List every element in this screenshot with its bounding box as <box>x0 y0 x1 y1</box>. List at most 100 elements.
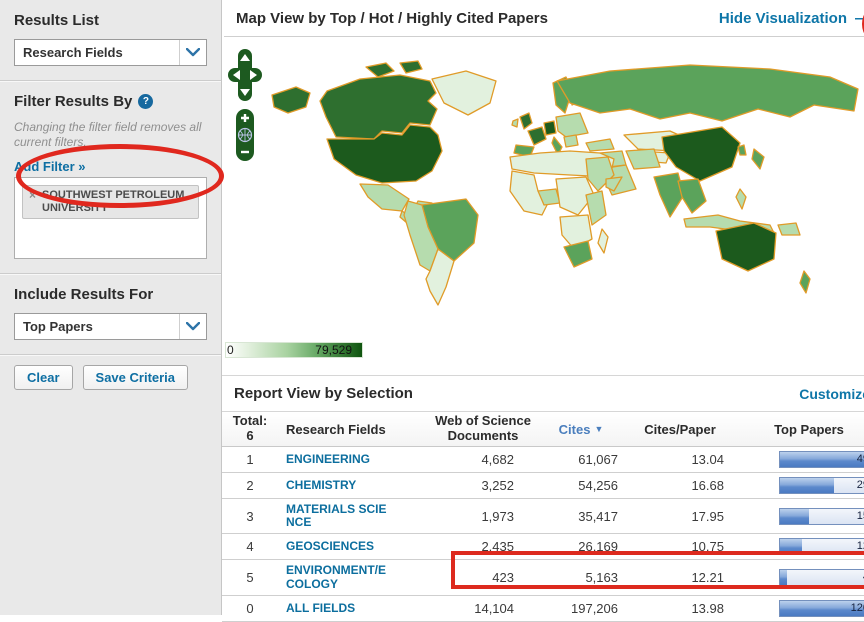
filter-tag-label: SOUTHWEST PETROLEUM UNIVERSITY <box>42 189 185 215</box>
legend-max-value: 79,529 <box>315 343 352 357</box>
research-field-link[interactable]: MATERIALS SCIENCE <box>286 502 390 529</box>
top-papers-value: 120 <box>850 601 864 614</box>
include-results-selected-value: Top Papers <box>23 319 93 334</box>
table-row: 2 CHEMISTRY 3,252 54,256 16.68 29 <box>222 473 864 499</box>
top-papers-bar: 49 <box>779 451 864 468</box>
cites-per-paper-value: 10.75 <box>691 539 724 555</box>
top-papers-cell: 4 <box>779 569 864 587</box>
research-field-link[interactable]: CHEMISTRY <box>286 478 390 492</box>
column-header-cites-per-paper[interactable]: Cites/Paper <box>624 422 736 437</box>
wos-documents-value: 14,104 <box>474 600 514 616</box>
cites-per-paper-value: 13.98 <box>691 600 724 616</box>
total-count-header: Total: 6 <box>222 413 278 444</box>
wos-documents-value: 2,435 <box>481 539 514 555</box>
top-papers-cell: 120 <box>779 599 864 617</box>
chevron-down-icon <box>179 314 206 339</box>
column-header-wos-documents[interactable]: Web of Science Documents <box>428 413 538 444</box>
results-list-select[interactable]: Research Fields <box>14 39 207 66</box>
results-list-title: Results List <box>14 12 100 29</box>
save-criteria-button[interactable]: Save Criteria <box>82 365 189 390</box>
chevron-down-icon <box>179 40 206 65</box>
row-rank: 1 <box>246 452 254 467</box>
results-list-selected-value: Research Fields <box>23 45 123 60</box>
top-papers-bar-fill <box>780 478 835 493</box>
cites-value: 54,256 <box>578 478 618 493</box>
table-row: 3 MATERIALS SCIENCE 1,973 35,417 17.95 1… <box>222 499 864 535</box>
report-table-body: 1 ENGINEERING 4,682 61,067 13.04 49 2 CH… <box>222 447 864 622</box>
top-papers-value: 29 <box>856 479 864 491</box>
filter-note: Changing the filter field removes all cu… <box>14 120 202 149</box>
cites-per-paper-value: 12.21 <box>691 570 724 586</box>
top-papers-bar-fill <box>780 508 809 524</box>
row-rank: 3 <box>246 508 254 524</box>
clear-button[interactable]: Clear <box>14 365 73 390</box>
column-header-cites[interactable]: Cites ▼ <box>538 422 624 437</box>
active-filters-box: × SOUTHWEST PETROLEUM UNIVERSITY <box>14 177 207 259</box>
table-row: 0 ALL FIELDS 14,104 197,206 13.98 120 <box>222 596 864 622</box>
top-papers-bar: 4 <box>779 569 864 587</box>
cites-per-paper-value: 13.04 <box>691 452 724 467</box>
wos-documents-value: 423 <box>492 570 514 586</box>
report-view-header: Report View by Selection Customize <box>222 375 864 412</box>
remove-filter-icon[interactable]: × <box>29 188 36 202</box>
research-field-link[interactable]: ENVIRONMENT/ECOLOGY <box>286 564 390 591</box>
help-icon[interactable]: ? <box>138 94 154 109</box>
table-row: 4 GEOSCIENCES 2,435 26,169 10.75 12 <box>222 534 864 561</box>
esi-app: Results List Research Fields Filter Resu… <box>0 0 864 622</box>
customize-link[interactable]: Customize <box>799 386 864 402</box>
table-row: 1 ENGINEERING 4,682 61,067 13.04 49 <box>222 447 864 473</box>
report-table-header: Total: 6 Research Fields Web of Science … <box>222 412 864 447</box>
top-papers-bar: 120 <box>779 599 864 617</box>
filter-tag[interactable]: × SOUTHWEST PETROLEUM UNIVERSITY <box>22 185 199 220</box>
map-area: 0 79,529 <box>222 37 864 375</box>
cites-value: 61,067 <box>578 452 618 467</box>
cites-value: 35,417 <box>578 508 618 524</box>
top-papers-bar: 29 <box>779 477 864 494</box>
top-papers-bar-fill <box>780 570 788 586</box>
collapse-icon: — <box>855 10 864 27</box>
map-view-title: Map View by Top / Hot / Highly Cited Pap… <box>236 10 548 27</box>
top-papers-value: 49 <box>856 453 864 465</box>
column-header-top-papers[interactable]: Top Papers <box>736 422 864 437</box>
row-rank: 0 <box>246 600 254 616</box>
map-controls <box>228 49 268 166</box>
include-results-section: Include Results For Top Papers <box>0 273 221 354</box>
top-papers-bar: 15 <box>779 507 864 525</box>
cites-value: 5,163 <box>585 570 618 586</box>
zoom-control[interactable] <box>236 109 254 161</box>
cites-per-paper-value: 16.68 <box>691 478 724 493</box>
map-legend: 0 79,529 <box>225 342 363 358</box>
hide-visualization-link[interactable]: Hide Visualization — <box>719 10 864 27</box>
cites-per-paper-value: 17.95 <box>691 508 724 524</box>
results-list-section: Results List Research Fields <box>0 0 221 80</box>
row-rank: 4 <box>246 539 254 555</box>
include-results-title: Include Results For <box>14 286 154 303</box>
top-papers-bar-fill <box>780 452 864 467</box>
research-field-link[interactable]: GEOSCIENCES <box>286 540 390 553</box>
filter-section-title: Filter Results By <box>14 93 133 110</box>
research-field-link[interactable]: ENGINEERING <box>286 452 390 466</box>
sidebar: Results List Research Fields Filter Resu… <box>0 0 224 615</box>
cites-value: 26,169 <box>578 539 618 555</box>
cites-sort-label: Cites <box>558 421 591 437</box>
table-row: 5 ENVIRONMENT/ECOLOGY 423 5,163 12.21 4 <box>222 560 864 596</box>
add-filter-link[interactable]: Add Filter » <box>14 159 86 174</box>
top-papers-bar-fill <box>780 539 803 555</box>
legend-min-value: 0 <box>227 343 234 357</box>
pan-control[interactable] <box>228 49 262 101</box>
filter-section: Filter Results By ? Changing the filter … <box>0 80 221 273</box>
total-value: 6 <box>246 428 254 443</box>
include-results-select[interactable]: Top Papers <box>14 313 207 340</box>
wos-documents-value: 3,252 <box>481 478 514 493</box>
report-view-title: Report View by Selection <box>234 385 413 402</box>
top-papers-bar: 12 <box>779 538 864 556</box>
hide-visualization-label: Hide Visualization <box>718 10 847 27</box>
wos-documents-value: 4,682 <box>481 452 514 467</box>
column-header-research-fields[interactable]: Research Fields <box>278 422 428 437</box>
top-papers-cell: 29 <box>779 477 864 494</box>
top-papers-value: 15 <box>856 509 864 522</box>
map-view-header: Map View by Top / Hot / Highly Cited Pap… <box>224 0 864 44</box>
research-field-link[interactable]: ALL FIELDS <box>286 601 390 615</box>
world-choropleth-map[interactable] <box>270 39 860 311</box>
total-label: Total: <box>232 413 268 429</box>
